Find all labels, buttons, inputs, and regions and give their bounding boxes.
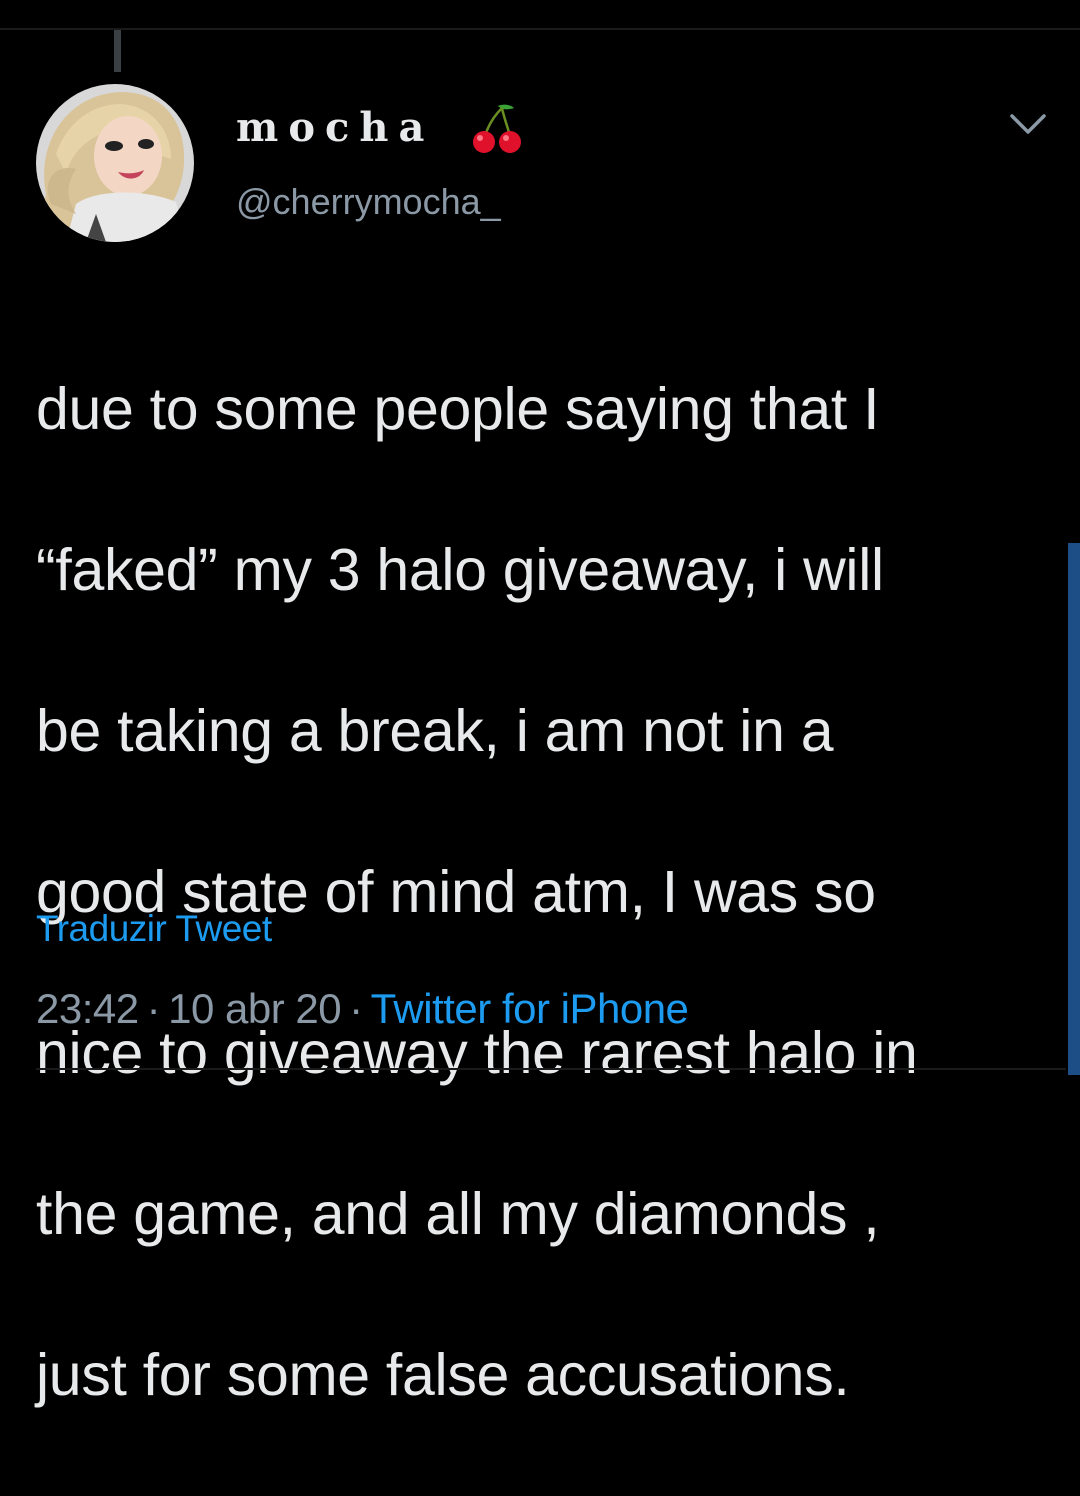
- separator-dot: ·: [349, 985, 363, 1032]
- tweet-text: due to some people saying that I “faked”…: [36, 288, 1046, 1496]
- avatar-image: [36, 84, 194, 242]
- thread-connector-line: [114, 30, 121, 72]
- cherries-icon: [473, 104, 521, 153]
- tweet-text-line: be taking a break, i am not in a: [36, 697, 834, 764]
- tweet-text-line: due to some people saying that I: [36, 375, 880, 442]
- author-handle[interactable]: @cherrymocha_: [236, 180, 501, 224]
- tweet-date[interactable]: 10 abr 20: [168, 985, 341, 1032]
- top-divider: [0, 28, 1080, 30]
- tweet-metadata: 23:42 · 10 abr 20 · Twitter for iPhone: [36, 982, 689, 1036]
- tweet-text-line: the game, and all my diamonds ,: [36, 1180, 880, 1247]
- separator-dot: ·: [146, 985, 161, 1032]
- display-name[interactable]: mocha: [236, 104, 434, 152]
- avatar[interactable]: [36, 84, 194, 242]
- chevron-down-icon[interactable]: [1008, 110, 1048, 138]
- scroll-indicator[interactable]: [1068, 543, 1080, 1075]
- bottom-divider: [36, 1068, 1066, 1070]
- translate-tweet-link[interactable]: Traduzir Tweet: [36, 906, 272, 952]
- tweet-text-line: “faked” my 3 halo giveaway, i will: [36, 536, 884, 603]
- tweet-text-line: just for some false accusations.: [36, 1341, 850, 1408]
- tweet-time[interactable]: 23:42: [36, 985, 139, 1032]
- tweet-source-link[interactable]: Twitter for iPhone: [371, 985, 689, 1032]
